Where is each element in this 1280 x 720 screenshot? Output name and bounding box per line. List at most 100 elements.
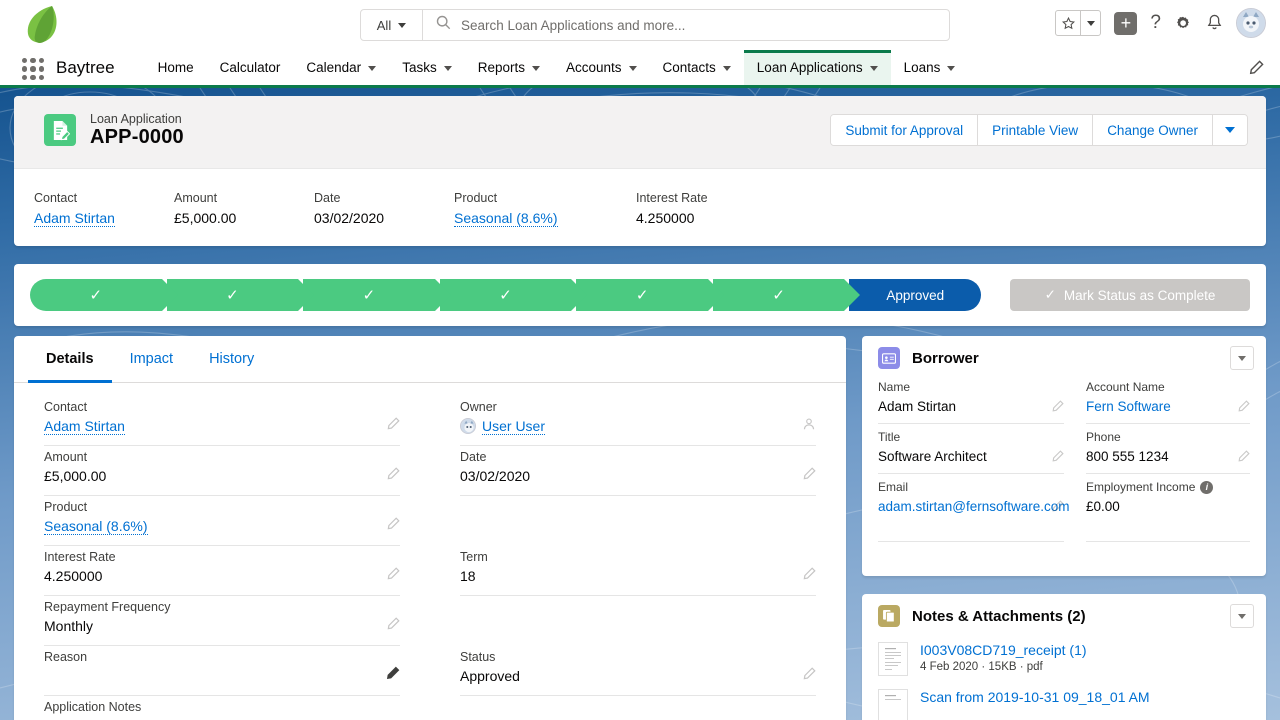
app-launcher-icon[interactable] [22, 58, 44, 80]
path-step-approved[interactable]: Approved [849, 279, 982, 311]
path-step-6[interactable]: ✓ [712, 279, 860, 311]
app-name[interactable]: Baytree [56, 58, 115, 78]
nav-item-calendar[interactable]: Calendar [293, 50, 389, 85]
highlight-field-product: Product Seasonal (8.6%) [454, 191, 636, 246]
field-value [44, 668, 400, 686]
edit-pencil-icon[interactable] [386, 467, 400, 486]
global-search[interactable]: All [360, 9, 950, 41]
borrower-card-menu-chevron-down-icon[interactable] [1230, 346, 1254, 370]
attachment-item-1[interactable]: I003V08CD719_receipt (1) 4 Feb 2020 · 15… [862, 638, 1266, 676]
field-label: Repayment Frequency [44, 600, 171, 614]
owner-link[interactable]: User User [482, 418, 546, 435]
field-label: Interest Rate [44, 550, 116, 564]
gear-icon[interactable] [1174, 14, 1193, 33]
info-icon[interactable]: i [1200, 480, 1214, 494]
check-icon: ✓ [1044, 287, 1056, 302]
change-owner-button[interactable]: Change Owner [1093, 115, 1213, 145]
file-copy-icon [878, 605, 900, 627]
path-step-4[interactable]: ✓ [439, 279, 587, 311]
loan-application-icon [44, 114, 76, 146]
contact-link[interactable]: Adam Stirtan [34, 210, 115, 227]
favorite-button-group[interactable] [1055, 10, 1102, 36]
leaf-logo[interactable] [22, 4, 62, 46]
attachment-name-link[interactable]: Scan from 2019-10-31 09_18_01 AM [920, 689, 1150, 705]
printable-view-button[interactable]: Printable View [978, 115, 1094, 145]
edit-pencil-icon[interactable] [1237, 400, 1250, 418]
search-input[interactable] [461, 17, 949, 33]
borrower-field-title: Title Software Architect [878, 430, 1064, 474]
avatar[interactable] [1236, 8, 1266, 38]
field-owner: Owner User User [460, 396, 816, 446]
field-repayment-frequency: Repayment Frequency Monthly [44, 596, 400, 646]
edit-pencil-icon[interactable] [802, 667, 816, 686]
field-contact: Contact Adam Stirtan [44, 396, 400, 446]
check-icon: ✓ [499, 287, 512, 304]
attachment-item-2[interactable]: Scan from 2019-10-31 09_18_01 AM [862, 685, 1266, 720]
nav-item-reports[interactable]: Reports [465, 50, 553, 85]
nav-item-label: Calendar [306, 60, 362, 75]
nav-item-calculator[interactable]: Calculator [207, 50, 294, 85]
nav-item-label: Reports [477, 60, 525, 75]
field-value: 4.250000 [44, 568, 103, 584]
nav-item-loans[interactable]: Loans [891, 50, 969, 85]
check-icon: ✓ [772, 287, 785, 304]
path-step-5[interactable]: ✓ [576, 279, 724, 311]
edit-pencil-icon[interactable] [386, 567, 400, 586]
edit-pencil-icon[interactable] [802, 567, 816, 586]
search-scope-selector[interactable]: All [361, 10, 423, 40]
edit-pencil-icon[interactable] [1237, 450, 1250, 468]
favorites-chevron-down-icon[interactable] [1080, 11, 1100, 35]
plus-icon[interactable]: + [1114, 11, 1138, 35]
path-step-2[interactable]: ✓ [166, 279, 314, 311]
nav-item-home[interactable]: Home [145, 50, 207, 85]
more-actions-chevron-down-icon[interactable] [1213, 115, 1247, 145]
tab-impact[interactable]: Impact [112, 336, 192, 382]
field-label: Name [878, 380, 911, 394]
edit-pencil-icon[interactable] [1051, 400, 1064, 418]
nav-item-loan-applications[interactable]: Loan Applications [743, 50, 891, 85]
attachment-info: Scan from 2019-10-31 09_18_01 AM [920, 689, 1150, 720]
product-link[interactable]: Seasonal (8.6%) [454, 210, 558, 227]
edit-pencil-icon[interactable] [386, 417, 400, 436]
notes-card-menu-chevron-down-icon[interactable] [1230, 604, 1254, 628]
field-reason: Reason [44, 646, 400, 696]
field-label: Email [878, 480, 909, 494]
edit-pencil-icon[interactable] [1051, 450, 1064, 468]
field-value: £5,000.00 [44, 468, 107, 484]
search-input-area[interactable] [423, 10, 949, 40]
tab-label: History [209, 351, 255, 367]
tab-details[interactable]: Details [28, 336, 112, 383]
email-link[interactable]: adam.stirtan@fernsoftware.com [878, 499, 1070, 514]
borrower-field-phone: Phone 800 555 1234 [1086, 430, 1250, 474]
edit-pencil-icon[interactable] [1051, 500, 1064, 518]
edit-pencil-icon[interactable] [386, 617, 400, 636]
product-link[interactable]: Seasonal (8.6%) [44, 518, 148, 535]
chevron-down-icon [869, 66, 878, 71]
contact-link[interactable]: Adam Stirtan [44, 418, 125, 435]
star-icon[interactable] [1056, 11, 1080, 35]
question-icon[interactable]: ? [1150, 12, 1161, 34]
path-step-1[interactable]: ✓ [30, 279, 178, 311]
account-name-link[interactable]: Fern Software [1086, 399, 1171, 414]
path-step-3[interactable]: ✓ [303, 279, 451, 311]
edit-pencil-icon[interactable] [385, 666, 400, 686]
nav-item-tasks[interactable]: Tasks [389, 50, 465, 85]
edit-pencil-icon[interactable] [802, 467, 816, 486]
chevron-down-icon [628, 66, 637, 71]
mark-status-complete-button[interactable]: ✓ Mark Status as Complete [1010, 279, 1250, 311]
edit-pencil-icon[interactable] [386, 517, 400, 536]
bell-icon[interactable] [1206, 14, 1223, 32]
submit-for-approval-button[interactable]: Submit for Approval [831, 115, 979, 145]
attachment-name-link[interactable]: I003V08CD719_receipt (1) [920, 642, 1087, 658]
borrower-field-employment-income: Employment Income i £0.00 [1086, 480, 1250, 542]
nav-item-contacts[interactable]: Contacts [650, 50, 744, 85]
pencil-icon[interactable] [1248, 60, 1264, 81]
field-value: Software Architect [878, 449, 987, 464]
tab-history[interactable]: History [191, 336, 272, 382]
nav-item-accounts[interactable]: Accounts [553, 50, 650, 85]
field-value: Monthly [44, 618, 94, 634]
field-label: Date [460, 450, 487, 464]
field-label: Date [314, 191, 341, 205]
field-label: Term [460, 550, 488, 564]
field-label: Account Name [1086, 380, 1165, 394]
